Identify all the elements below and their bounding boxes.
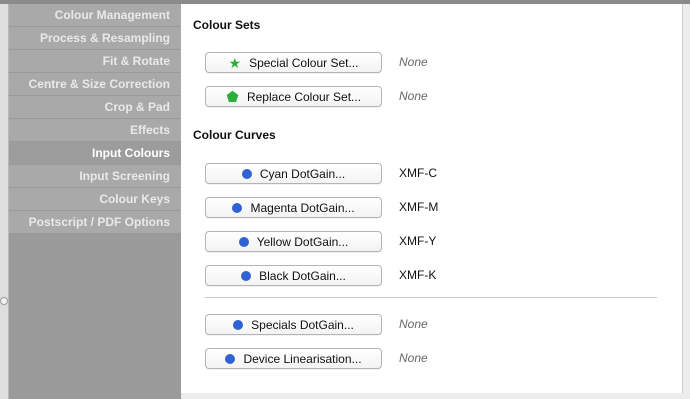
- cyan-dotgain-button[interactable]: Cyan DotGain...: [205, 163, 382, 184]
- star-icon: ★: [228, 54, 242, 71]
- black-dotgain-value: XMF-K: [399, 268, 437, 282]
- magenta-dotgain-value: XMF-M: [399, 200, 439, 214]
- special-colour-set-value: None: [399, 55, 428, 69]
- pentagon-icon: [226, 90, 239, 102]
- sidebar-item-postscript-pdf-options[interactable]: Postscript / PDF Options: [9, 211, 181, 233]
- black-dotgain-button[interactable]: Black DotGain...: [205, 265, 382, 286]
- sidebar-item-colour-keys[interactable]: Colour Keys: [9, 188, 181, 210]
- yellow-dotgain-label: Yellow DotGain...: [256, 234, 349, 249]
- replace-colour-set-value: None: [399, 89, 428, 103]
- device-linearisation-button[interactable]: Device Linearisation...: [205, 348, 382, 369]
- blue-dot-icon: [238, 236, 249, 247]
- sidebar-item-colour-management[interactable]: Colour Management: [9, 4, 181, 26]
- specials-dotgain-value: None: [399, 317, 428, 331]
- yellow-dotgain-button[interactable]: Yellow DotGain...: [205, 231, 382, 252]
- sidebar-item-input-screening[interactable]: Input Screening: [9, 165, 181, 187]
- blue-dot-icon: [225, 353, 236, 364]
- section-divider: [205, 297, 657, 298]
- specials-dotgain-button[interactable]: Specials DotGain...: [205, 314, 382, 335]
- colour-sets-heading: Colour Sets: [193, 18, 261, 32]
- replace-colour-set-button[interactable]: Replace Colour Set...: [205, 86, 382, 107]
- magenta-dotgain-button[interactable]: Magenta DotGain...: [205, 197, 382, 218]
- sidebar: Colour Management Process & Resampling F…: [9, 4, 181, 399]
- colour-curves-heading: Colour Curves: [193, 128, 276, 142]
- sidebar-item-process-resampling[interactable]: Process & Resampling: [9, 27, 181, 49]
- sidebar-item-input-colours[interactable]: Input Colours: [9, 142, 181, 164]
- right-edge-strip: [682, 4, 690, 399]
- device-linearisation-label: Device Linearisation...: [243, 351, 362, 366]
- replace-colour-set-label: Replace Colour Set...: [246, 89, 362, 104]
- sidebar-item-crop-pad[interactable]: Crop & Pad: [9, 96, 181, 118]
- yellow-dotgain-value: XMF-Y: [399, 234, 437, 248]
- blue-dot-icon: [232, 202, 243, 213]
- blue-dot-icon: [233, 319, 244, 330]
- special-colour-set-label: Special Colour Set...: [249, 55, 359, 70]
- device-linearisation-value: None: [399, 351, 428, 365]
- sidebar-item-effects[interactable]: Effects: [9, 119, 181, 141]
- black-dotgain-label: Black DotGain...: [259, 268, 346, 283]
- sidebar-item-centre-size-correction[interactable]: Centre & Size Correction: [9, 73, 181, 95]
- input-colours-panel: Colour Sets ★ Special Colour Set... None…: [181, 4, 682, 393]
- bottom-edge-strip: [181, 393, 690, 399]
- blue-dot-icon: [241, 270, 252, 281]
- sidebar-item-fit-rotate[interactable]: Fit & Rotate: [9, 50, 181, 72]
- splitter-grip-icon[interactable]: [0, 297, 8, 305]
- special-colour-set-button[interactable]: ★ Special Colour Set...: [205, 52, 382, 73]
- left-edge-strip: [0, 4, 9, 399]
- cyan-dotgain-label: Cyan DotGain...: [259, 166, 346, 181]
- blue-dot-icon: [241, 168, 252, 179]
- cyan-dotgain-value: XMF-C: [399, 166, 437, 180]
- specials-dotgain-label: Specials DotGain...: [251, 317, 354, 332]
- magenta-dotgain-label: Magenta DotGain...: [250, 200, 355, 215]
